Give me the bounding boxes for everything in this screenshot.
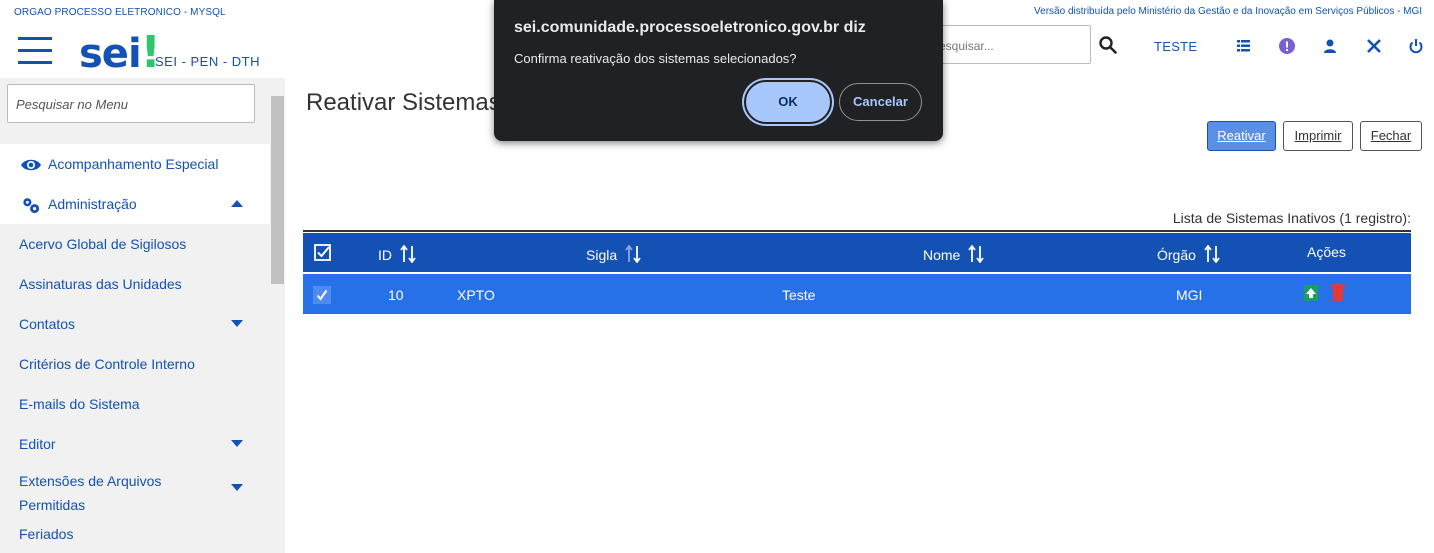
chevron-down-icon[interactable]	[231, 440, 243, 447]
chevron-down-icon[interactable]	[231, 320, 243, 327]
column-header-sigla[interactable]: Sigla	[586, 245, 641, 263]
menu-icon[interactable]	[18, 37, 52, 65]
chevron-down-icon[interactable]	[231, 484, 243, 491]
sidebar-item-label: Assinaturas das Unidades	[19, 276, 182, 292]
dialog-title: sei.comunidade.processoeletronico.gov.br…	[514, 19, 866, 36]
sidebar-item-administracao[interactable]: Administração	[0, 184, 270, 224]
table-header: ID Sigla Nome Órgão Ações	[303, 233, 1411, 272]
unit-selector[interactable]: TESTE	[1154, 39, 1197, 54]
column-header-id[interactable]: ID	[378, 245, 416, 263]
column-header-orgao[interactable]: Órgão	[1157, 245, 1220, 263]
sort-icon[interactable]	[625, 245, 641, 263]
cell-orgao: MGI	[1176, 287, 1203, 303]
sidebar-item-label: Feriados	[19, 526, 74, 542]
sidebar-item-label: Administração	[48, 196, 137, 212]
cell-id: 10	[388, 287, 404, 303]
sort-icon[interactable]	[1204, 245, 1220, 263]
tools-icon[interactable]	[1366, 38, 1382, 54]
reactivate-button[interactable]: Reativar	[1207, 121, 1276, 151]
print-button[interactable]: Imprimir	[1283, 121, 1353, 151]
column-header-nome[interactable]: Nome	[923, 245, 984, 263]
sidebar-item-acompanhamento[interactable]: Acompanhamento Especial	[0, 144, 270, 184]
table-caption: Lista de Sistemas Inativos (1 registro):	[1172, 210, 1411, 226]
table-row[interactable]: 10 XPTO Teste MGI	[303, 274, 1411, 314]
sidebar-item-label: Contatos	[19, 316, 76, 332]
sidebar-scroll-thumb[interactable]	[271, 96, 284, 284]
row-checkbox[interactable]	[313, 286, 331, 304]
system-subtitle: SEI - PEN - DTH	[155, 54, 261, 69]
search-icon[interactable]	[1099, 36, 1117, 54]
eye-icon	[21, 159, 41, 171]
confirm-dialog: sei.comunidade.processoeletronico.gov.br…	[494, 0, 943, 141]
sidebar-item-label: Acervo Global de Sigilosos	[19, 236, 187, 252]
dialog-cancel-button[interactable]: Cancelar	[839, 83, 922, 121]
dialog-message: Confirma reativação dos sistemas selecio…	[514, 51, 797, 66]
org-name: ORGAO PROCESSO ELETRONICO - MYSQL	[14, 7, 226, 18]
sei-logo[interactable]: sei!	[79, 27, 161, 78]
dialog-ok-button[interactable]: OK	[744, 80, 832, 124]
cell-sigla: XPTO	[457, 287, 495, 303]
sidebar-item-label: Critérios de Controle Interno	[19, 356, 195, 372]
gears-icon	[23, 198, 40, 214]
reactivate-icon[interactable]	[1304, 285, 1318, 301]
power-icon[interactable]	[1408, 38, 1424, 54]
sidebar-item-label: E-mails do Sistema	[19, 396, 140, 412]
search-input[interactable]: Pesquisar...	[922, 25, 1091, 64]
chevron-up-icon[interactable]	[231, 200, 243, 207]
select-all-checkbox[interactable]	[314, 244, 331, 261]
alert-icon[interactable]	[1279, 38, 1295, 54]
sidebar-item-label: Extensões de Arquivos Permitidas	[19, 473, 162, 513]
table-divider	[303, 230, 1411, 232]
sidebar-item-label: Acompanhamento Especial	[48, 156, 219, 172]
gov-note: Versão distribuída pelo Ministério da Ge…	[1034, 6, 1422, 17]
list-icon[interactable]	[1236, 38, 1252, 54]
user-icon[interactable]	[1322, 38, 1338, 54]
sort-icon[interactable]	[968, 245, 984, 263]
sort-icon[interactable]	[400, 245, 416, 263]
cell-nome: Teste	[782, 287, 816, 303]
column-header-acoes: Ações	[1307, 244, 1346, 260]
close-button[interactable]: Fechar	[1360, 121, 1422, 151]
menu-search-input[interactable]: Pesquisar no Menu	[7, 84, 255, 123]
delete-icon[interactable]	[1331, 283, 1345, 301]
page-title: Reativar Sistemas	[306, 89, 501, 116]
sidebar-item-label: Editor	[19, 436, 56, 452]
